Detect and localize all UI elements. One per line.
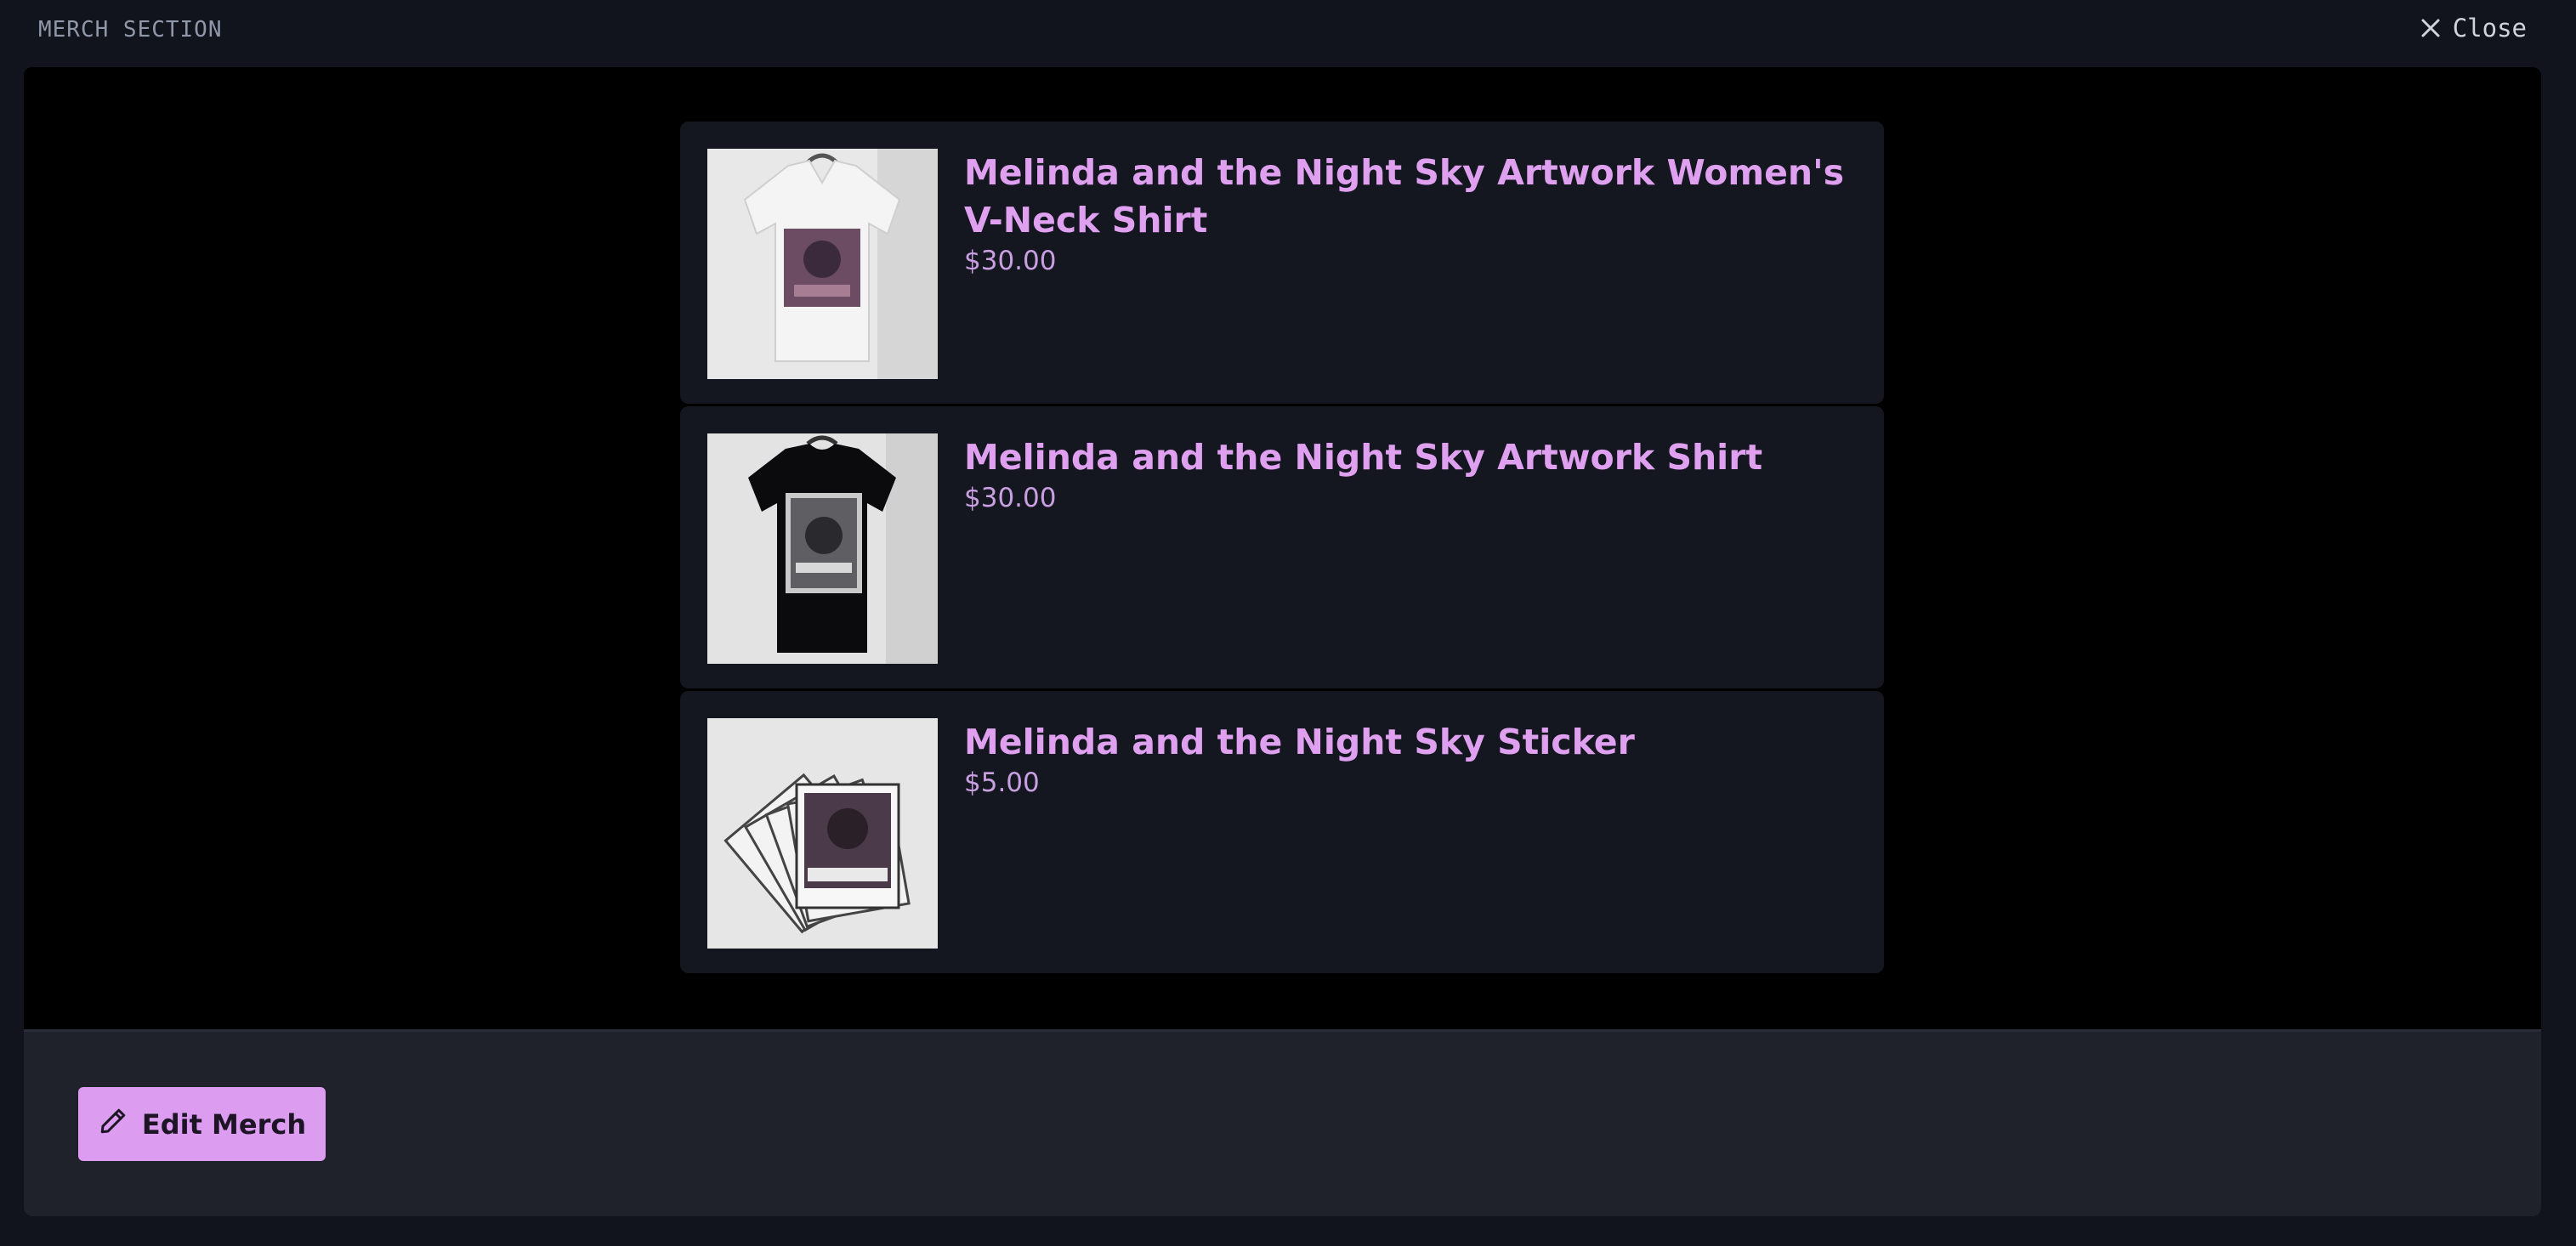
top-bar: MERCH SECTION Close bbox=[0, 0, 2576, 66]
product-title[interactable]: Melinda and the Night Sky Artwork Women'… bbox=[964, 149, 1848, 244]
product-price: $5.00 bbox=[964, 767, 1040, 798]
edit-merch-button[interactable]: Edit Merch bbox=[78, 1087, 326, 1161]
merch-panel: Melinda and the Night Sky Artwork Women'… bbox=[24, 67, 2541, 1216]
product-info: Melinda and the Night Sky Sticker $5.00 bbox=[964, 718, 1848, 800]
close-button[interactable]: Close bbox=[2420, 14, 2527, 42]
product-info: Melinda and the Night Sky Artwork Shirt … bbox=[964, 433, 1848, 515]
panel-footer: Edit Merch bbox=[24, 1029, 2541, 1216]
merch-item-sticker[interactable]: Melinda and the Night Sky Sticker $5.00 bbox=[680, 691, 1884, 973]
product-image bbox=[707, 718, 938, 949]
product-price: $30.00 bbox=[964, 483, 1057, 513]
product-price: $30.00 bbox=[964, 246, 1057, 276]
product-image bbox=[707, 149, 938, 379]
pencil-icon bbox=[98, 1106, 128, 1143]
merch-list: Melinda and the Night Sky Artwork Women'… bbox=[24, 67, 2541, 1029]
product-info: Melinda and the Night Sky Artwork Women'… bbox=[964, 149, 1848, 278]
product-title[interactable]: Melinda and the Night Sky Artwork Shirt bbox=[964, 433, 1848, 481]
close-label: Close bbox=[2452, 14, 2527, 42]
merch-item-black-shirt[interactable]: Melinda and the Night Sky Artwork Shirt … bbox=[680, 406, 1884, 688]
edit-merch-label: Edit Merch bbox=[141, 1107, 307, 1141]
product-image bbox=[707, 433, 938, 664]
merch-item-vneck-shirt[interactable]: Melinda and the Night Sky Artwork Women'… bbox=[680, 122, 1884, 404]
product-title[interactable]: Melinda and the Night Sky Sticker bbox=[964, 718, 1848, 766]
section-title: MERCH SECTION bbox=[38, 17, 223, 42]
close-icon bbox=[2420, 18, 2441, 38]
